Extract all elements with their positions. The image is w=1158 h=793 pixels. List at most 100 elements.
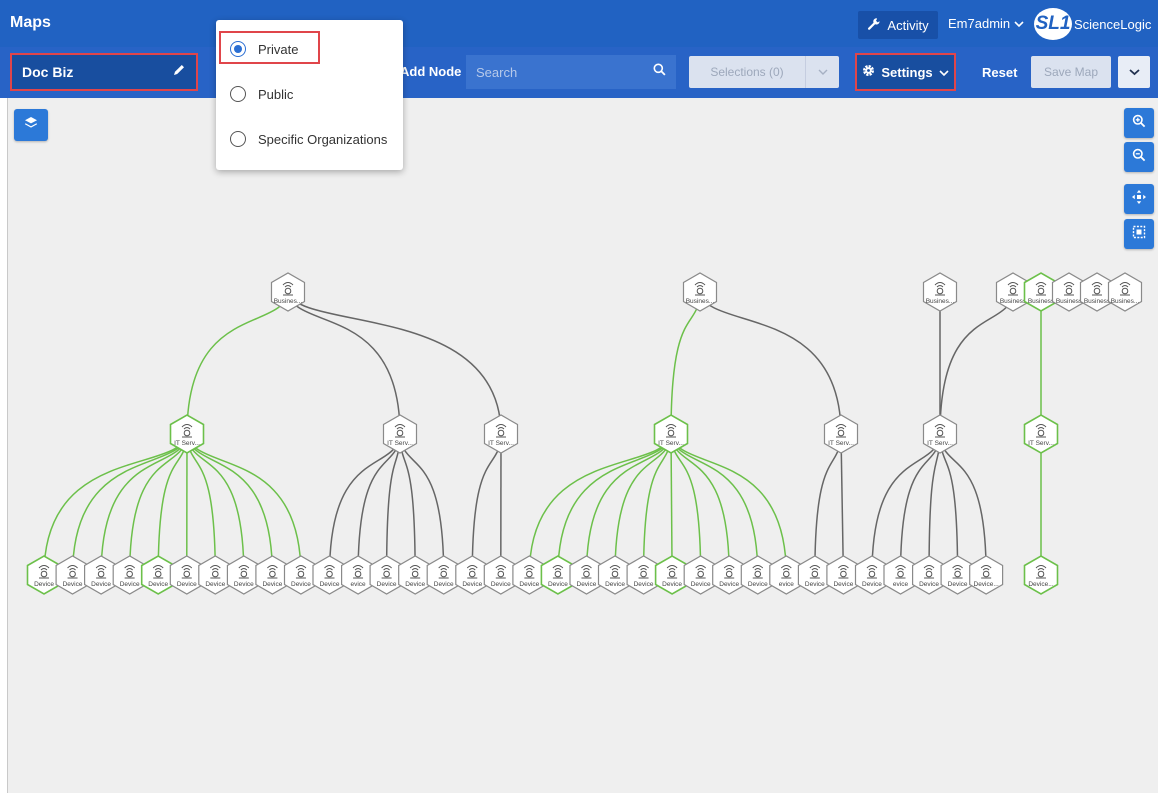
node-label: Device xyxy=(405,581,425,588)
node-label: Device xyxy=(748,581,768,588)
it-service-node[interactable]: IT Serv... xyxy=(169,414,205,454)
node-label: evice xyxy=(779,581,795,588)
radio-icon[interactable] xyxy=(230,131,246,147)
chevron-down-icon xyxy=(1128,63,1140,81)
visibility-option-private[interactable]: Private xyxy=(216,34,403,64)
fit-to-screen-button[interactable] xyxy=(1124,219,1154,249)
node-label: IT Serv... xyxy=(174,440,200,447)
node-label: Device xyxy=(719,581,739,588)
selections-label: Selections (0) xyxy=(710,65,784,79)
map-name-field[interactable]: Doc Biz xyxy=(10,53,198,91)
add-node-button[interactable]: Add Node xyxy=(400,64,461,79)
visibility-option-specific-organizations[interactable]: Specific Organizations xyxy=(216,124,403,154)
zoom-in-icon xyxy=(1132,114,1146,133)
wrench-icon xyxy=(867,17,881,34)
node-label: Device xyxy=(177,581,197,588)
map-toolbar: Doc Biz Add Node Selections (0) Settings… xyxy=(0,47,1158,98)
edge xyxy=(670,291,701,435)
edge xyxy=(585,433,672,576)
node-label: Device xyxy=(605,581,625,588)
search-icon[interactable] xyxy=(653,63,666,81)
node-label: Device xyxy=(377,581,397,588)
topology-graph[interactable]: Busines... Busines... Busines... Business Bu… xyxy=(8,98,1158,793)
option-label: Public xyxy=(258,86,294,102)
layers-button[interactable] xyxy=(14,109,48,141)
pencil-icon[interactable] xyxy=(172,63,186,82)
edge xyxy=(840,433,845,576)
node-label: Device xyxy=(434,581,454,588)
node-label: IT Serv... xyxy=(387,440,413,447)
node-label: Device... xyxy=(1028,581,1053,588)
gear-icon xyxy=(862,64,875,80)
map-canvas[interactable]: Busines... Busines... Busines... Business Bu… xyxy=(7,98,1158,793)
node-label: Business xyxy=(1056,298,1083,305)
radio-icon[interactable] xyxy=(230,86,246,102)
selections-dropdown[interactable]: Selections (0) xyxy=(689,56,839,88)
node-label: Device xyxy=(63,581,83,588)
pan-button[interactable] xyxy=(1124,184,1154,214)
edge xyxy=(899,433,941,576)
node-label: Device xyxy=(833,581,853,588)
business-service-node[interactable]: Busines... xyxy=(1107,272,1143,312)
node-label: Device xyxy=(291,581,311,588)
node-label: Device xyxy=(234,581,254,588)
search-input[interactable] xyxy=(476,64,653,80)
option-label: Private xyxy=(258,41,299,57)
radio-selected-icon[interactable] xyxy=(230,41,246,57)
it-service-node[interactable]: IT Serv... xyxy=(653,414,689,454)
search-box xyxy=(466,55,676,89)
device-node[interactable]: Device... xyxy=(969,555,1004,595)
fit-screen-icon xyxy=(1132,225,1146,244)
visibility-option-public[interactable]: Public xyxy=(216,79,403,109)
activity-button[interactable]: Activity xyxy=(858,11,938,39)
node-label: Busines... xyxy=(686,298,715,305)
node-label: Device xyxy=(91,581,111,588)
it-service-node[interactable]: IT Serv... xyxy=(483,414,519,454)
option-label: Specific Organizations xyxy=(258,131,388,147)
user-menu[interactable]: Em7admin xyxy=(948,16,1024,31)
node-label: Device xyxy=(120,581,140,588)
edge xyxy=(471,433,502,576)
node-label: IT Serv... xyxy=(927,440,953,447)
save-map-button[interactable]: Save Map xyxy=(1031,56,1111,88)
edge xyxy=(670,433,759,576)
node-label: Device xyxy=(805,581,825,588)
node-label: Device xyxy=(262,581,282,588)
edge xyxy=(939,433,987,576)
node-label: Device xyxy=(862,581,882,588)
edge xyxy=(186,291,289,435)
node-label: IT Serv... xyxy=(658,440,684,447)
node-label: Device xyxy=(548,581,568,588)
map-name: Doc Biz xyxy=(22,64,74,80)
settings-button[interactable]: Settings xyxy=(855,53,956,91)
device-node[interactable]: Device... xyxy=(1023,555,1059,595)
it-service-node[interactable]: IT Serv... xyxy=(382,414,418,454)
chevron-down-icon xyxy=(1014,16,1024,31)
save-options-button[interactable] xyxy=(1118,56,1150,88)
node-label: evice xyxy=(893,581,909,588)
node-label: Device xyxy=(462,581,482,588)
node-label: Device xyxy=(320,581,340,588)
chevron-down-icon xyxy=(805,56,839,88)
edge xyxy=(287,291,401,435)
zoom-out-button[interactable] xyxy=(1124,142,1154,172)
zoom-in-button[interactable] xyxy=(1124,108,1154,138)
node-label: IT Serv... xyxy=(488,440,514,447)
node-label: Busines... xyxy=(274,298,303,305)
node-label: Device xyxy=(948,581,968,588)
it-service-node[interactable]: IT Serv... xyxy=(922,414,958,454)
node-label: Business xyxy=(1000,298,1027,305)
it-service-node[interactable]: IT Serv... xyxy=(1023,414,1059,454)
it-service-node[interactable]: IT Serv... xyxy=(823,414,859,454)
reset-button[interactable]: Reset xyxy=(982,65,1017,80)
business-service-node[interactable]: Busines... xyxy=(682,272,718,312)
edge xyxy=(399,433,445,576)
edge xyxy=(699,291,842,435)
node-label: Device xyxy=(519,581,539,588)
node-label: IT Serv... xyxy=(828,440,854,447)
business-service-node[interactable]: Busines... xyxy=(922,272,958,312)
business-service-node[interactable]: Busines... xyxy=(270,272,306,312)
edge xyxy=(814,433,842,576)
activity-label: Activity xyxy=(887,17,929,33)
node-label: IT Serv... xyxy=(1028,440,1054,447)
